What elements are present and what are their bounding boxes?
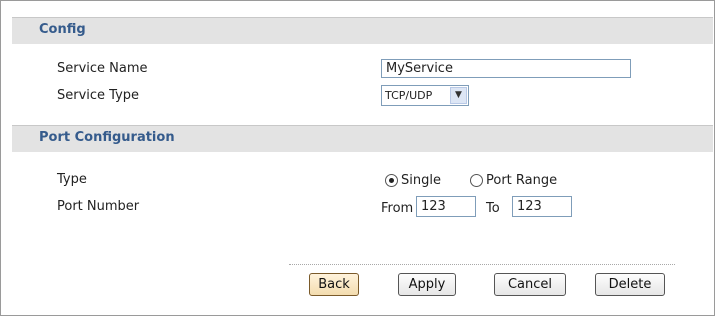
service-name-label: Service Name <box>57 61 148 76</box>
to-label: To <box>486 201 500 216</box>
radio-port-range-label[interactable]: Port Range <box>486 173 557 188</box>
port-config-section-header: Port Configuration <box>12 125 713 152</box>
back-button[interactable]: Back <box>309 273 359 296</box>
radio-single[interactable] <box>385 174 398 187</box>
port-from-input[interactable]: 123 <box>416 196 476 217</box>
cancel-button[interactable]: Cancel <box>494 273 566 296</box>
delete-button[interactable]: Delete <box>595 273 665 296</box>
service-name-input[interactable]: MyService <box>381 59 631 78</box>
service-type-label: Service Type <box>57 88 140 103</box>
config-section-title: Config <box>39 22 86 37</box>
divider <box>289 264 675 265</box>
port-to-input[interactable]: 123 <box>512 196 572 217</box>
from-label: From <box>381 201 414 216</box>
radio-single-label[interactable]: Single <box>401 173 441 188</box>
radio-port-range[interactable] <box>470 174 483 187</box>
config-panel <box>0 0 715 316</box>
chevron-down-icon[interactable]: ▼ <box>450 87 467 104</box>
service-type-selected: TCP/UDP <box>385 89 433 102</box>
config-section-header: Config <box>12 17 713 44</box>
port-number-label: Port Number <box>57 199 140 214</box>
apply-button[interactable]: Apply <box>398 273 456 296</box>
port-config-section-title: Port Configuration <box>39 130 175 145</box>
type-label: Type <box>57 172 87 187</box>
service-type-select[interactable]: TCP/UDP ▼ <box>381 85 469 106</box>
